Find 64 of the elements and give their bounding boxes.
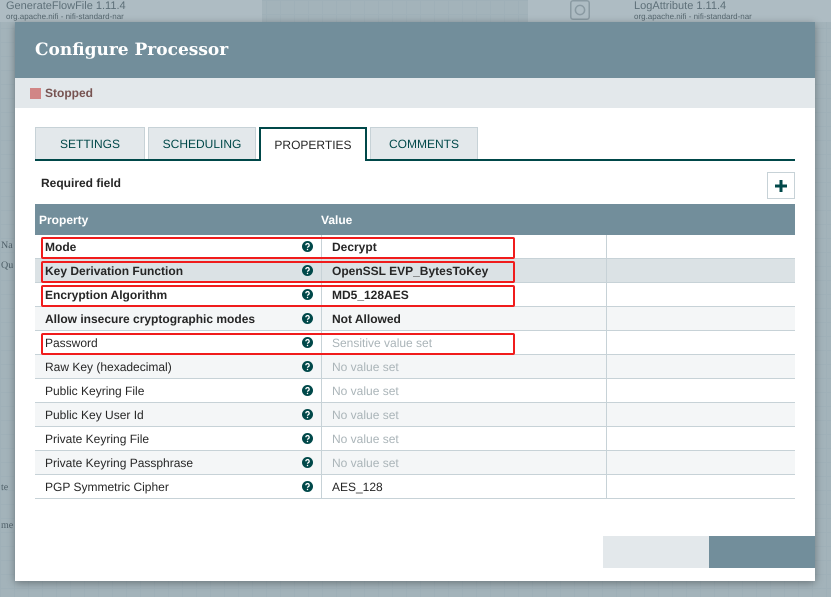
property-value: MD5_128AES (332, 288, 409, 302)
add-property-button[interactable] (767, 172, 795, 199)
table-row[interactable]: Private Keyring File No value set (35, 427, 795, 451)
canvas-label: te (1, 482, 8, 493)
property-name: Public Key User Id (45, 408, 144, 422)
table-row[interactable]: Public Keyring File No value set (35, 379, 795, 403)
help-icon[interactable] (302, 457, 313, 468)
table-row[interactable]: Mode Decrypt (35, 235, 795, 259)
property-name: Private Keyring File (45, 432, 150, 446)
help-icon[interactable] (302, 409, 313, 420)
canvas-label: Qu (1, 260, 14, 271)
tab[interactable]: COMMENTS (370, 127, 478, 159)
table-row[interactable]: Encryption Algorithm MD5_128AES (35, 283, 795, 307)
property-name: Encryption Algorithm (45, 288, 168, 302)
table-row[interactable]: Key Derivation Function OpenSSL EVP_BytesToKey (35, 259, 795, 283)
property-value: AES_128 (332, 480, 383, 494)
required-field-note: Required field (41, 176, 122, 190)
help-icon[interactable] (302, 433, 313, 444)
help-icon[interactable] (302, 313, 313, 324)
help-icon[interactable] (302, 337, 313, 348)
property-name: Mode (45, 240, 76, 254)
column-header: Value (320, 212, 352, 226)
canvas-label: me (1, 520, 14, 531)
property-name: PGP Symmetric Cipher (45, 480, 169, 494)
property-name: Password (45, 336, 98, 350)
help-icon[interactable] (302, 241, 313, 252)
property-name: Raw Key (hexadecimal) (45, 360, 172, 374)
processor-bundle: org.apache.nifi - nifi-standard-nar (6, 12, 125, 21)
property-value: No value set (332, 456, 399, 470)
property-value: No value set (332, 384, 399, 398)
property-value: Decrypt (332, 240, 377, 254)
processor-bundle: org.apache.nifi - nifi-standard-nar (634, 12, 753, 21)
help-icon[interactable] (302, 265, 313, 276)
property-name: Public Keyring File (45, 384, 144, 398)
property-name: Allow insecure cryptographic modes (45, 312, 256, 326)
table-row[interactable]: Private Keyring Passphrase No value set (35, 451, 795, 475)
help-icon[interactable] (302, 385, 313, 396)
plus-icon (774, 178, 788, 192)
tab[interactable]: SETTINGS (35, 127, 145, 159)
processor-icon (570, 0, 590, 20)
property-value: Sensitive value set (332, 336, 432, 350)
property-name: Key Derivation Function (45, 264, 184, 278)
canvas-label: Na (1, 240, 13, 251)
property-value: OpenSSL EVP_BytesToKey (332, 264, 488, 278)
dialog-title: Configure Processor (35, 40, 228, 60)
processor-name: LogAttribute 1.11.4 (634, 0, 728, 12)
table-row[interactable]: Raw Key (hexadecimal) No value set (35, 355, 795, 379)
help-icon[interactable] (302, 361, 313, 372)
status-label: Stopped (45, 86, 93, 100)
help-icon[interactable] (302, 481, 313, 492)
tab[interactable]: SCHEDULING (148, 127, 256, 159)
table-row[interactable]: Public Key User Id No value set (35, 403, 795, 427)
table-row[interactable]: PGP Symmetric Cipher AES_128 (35, 475, 795, 499)
property-value: No value set (332, 408, 399, 422)
property-name: Private Keyring Passphrase (45, 456, 194, 470)
processor-name: GenerateFlowFile 1.11.4 (6, 0, 127, 12)
help-icon[interactable] (302, 289, 313, 300)
property-value: Not Allowed (332, 312, 401, 326)
property-value: No value set (332, 432, 399, 446)
table-row[interactable]: Password Sensitive value set (35, 331, 795, 355)
column-header: Property (38, 212, 90, 226)
table-row[interactable]: Allow insecure cryptographic modes Not Allowed (35, 307, 795, 331)
property-value: No value set (332, 360, 399, 374)
tab[interactable]: PROPERTIES (259, 127, 367, 161)
